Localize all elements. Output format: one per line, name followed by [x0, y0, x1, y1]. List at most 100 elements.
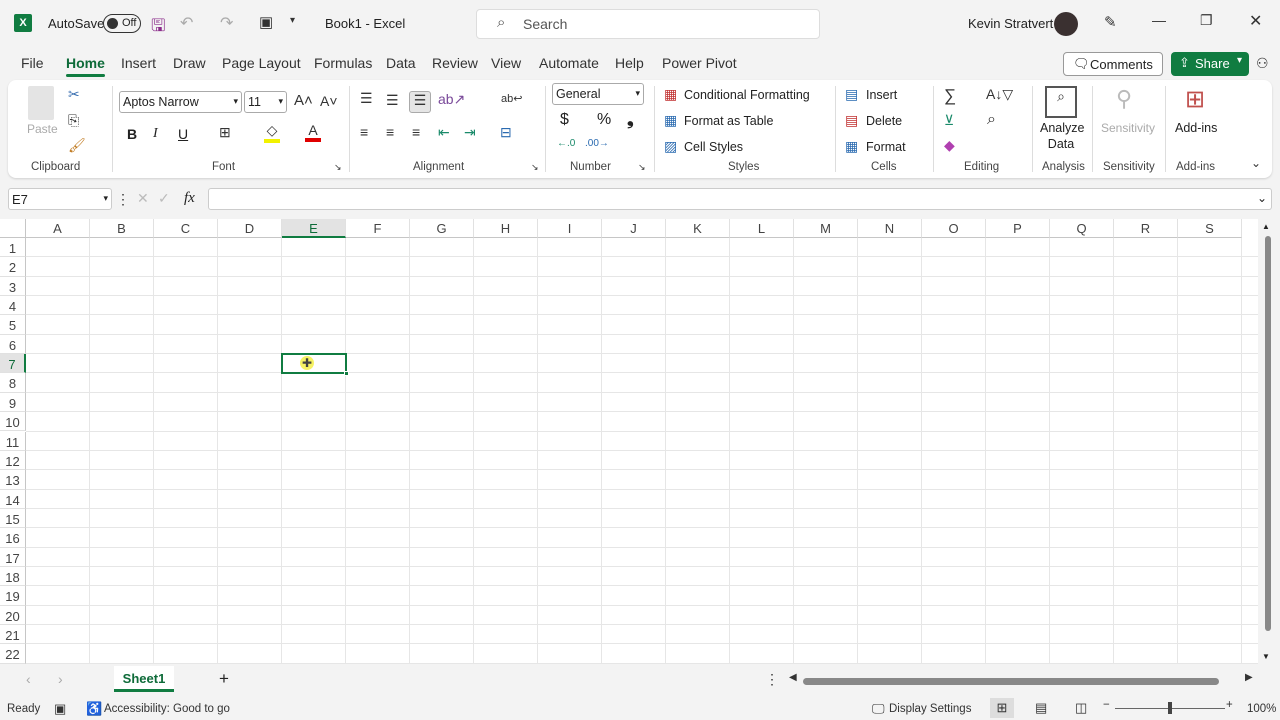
decrease-font-icon[interactable]: A˅: [320, 93, 338, 109]
format-as-table-button[interactable]: Format as Table: [684, 114, 773, 128]
select-all-button[interactable]: [0, 219, 26, 238]
scroll-right-icon[interactable]: ›: [58, 671, 63, 687]
row-header-10[interactable]: 10: [0, 412, 26, 432]
tab-home[interactable]: Home: [66, 55, 105, 77]
row-header-14[interactable]: 14: [0, 489, 26, 509]
align-bottom-icon[interactable]: ☰: [409, 91, 431, 113]
page-layout-view-icon[interactable]: ▤: [1035, 700, 1047, 716]
minimize-button[interactable]: —: [1152, 12, 1166, 28]
add-ins-button[interactable]: Add-ins: [1175, 121, 1217, 135]
row-header-22[interactable]: 22: [0, 644, 26, 664]
display-settings-button[interactable]: Display Settings: [889, 703, 971, 715]
decrease-indent-icon[interactable]: ⇤: [438, 124, 450, 141]
tab-draw[interactable]: Draw: [173, 55, 206, 71]
percent-button[interactable]: %: [597, 111, 611, 129]
analyze-data-button[interactable]: Analyze Data: [1040, 121, 1084, 151]
page-break-view-icon[interactable]: ◫: [1075, 700, 1087, 716]
fill-color-icon[interactable]: ◇: [264, 122, 280, 143]
tab-power-pivot[interactable]: Power Pivot: [662, 55, 737, 71]
restore-button[interactable]: ❐: [1200, 12, 1213, 29]
column-header-C[interactable]: C: [154, 219, 218, 238]
clear-icon[interactable]: ◆: [944, 137, 955, 154]
row-header-16[interactable]: 16: [0, 528, 26, 548]
number-dialog-launcher-icon[interactable]: ↘: [638, 162, 646, 173]
comma-button[interactable]: ❟: [627, 110, 634, 130]
worksheet-grid[interactable]: A B C D E F G H I J K L M N O P Q R S 1 2 3 4 5 6 7 8 9 10 11 12 13 14 15…: [0, 219, 1258, 664]
redo-icon[interactable]: ↷: [220, 13, 233, 33]
row-header-3[interactable]: 3: [0, 276, 26, 297]
tab-view[interactable]: View: [491, 55, 521, 71]
collapse-ribbon-icon[interactable]: ⌄: [1251, 156, 1261, 170]
decrease-decimal-icon[interactable]: .00→: [585, 138, 609, 149]
column-header-I[interactable]: I: [538, 219, 602, 238]
autosum-icon[interactable]: ∑: [944, 86, 956, 106]
row-header-11[interactable]: 11: [0, 431, 26, 451]
coauthor-icon[interactable]: ⚇: [1256, 55, 1269, 72]
row-header-21[interactable]: 21: [0, 625, 26, 645]
align-top-icon[interactable]: ☰: [360, 90, 373, 107]
tab-review[interactable]: Review: [432, 55, 478, 71]
sensitivity-button[interactable]: Sensitivity: [1101, 121, 1155, 135]
row-header-6[interactable]: 6: [0, 334, 26, 355]
scroll-left-icon[interactable]: ‹: [26, 671, 31, 687]
close-button[interactable]: ✕: [1249, 11, 1262, 31]
column-header-F[interactable]: F: [346, 219, 410, 238]
add-sheet-button[interactable]: +: [219, 669, 229, 689]
align-right-icon[interactable]: ≡: [412, 124, 420, 140]
zoom-out-button[interactable]: −: [1103, 699, 1110, 711]
column-header-K[interactable]: K: [666, 219, 730, 238]
fill-icon[interactable]: ⊻: [944, 112, 954, 129]
fill-handle[interactable]: [344, 371, 349, 377]
row-header-7[interactable]: 7: [0, 354, 26, 374]
sort-filter-icon[interactable]: A↓▽: [986, 86, 1013, 103]
row-header-20[interactable]: 20: [0, 605, 26, 625]
orientation-icon[interactable]: ab↗: [438, 91, 465, 108]
search-box[interactable]: ⌕ Search: [476, 9, 820, 39]
delete-cells-button[interactable]: Delete: [866, 114, 902, 128]
save-icon[interactable]: 🖫: [151, 13, 165, 42]
tab-data[interactable]: Data: [386, 55, 416, 71]
column-header-O[interactable]: O: [922, 219, 986, 238]
row-header-9[interactable]: 9: [0, 392, 26, 413]
zoom-level[interactable]: 100%: [1247, 703, 1276, 715]
active-cell[interactable]: ✚: [281, 353, 349, 377]
merge-center-icon[interactable]: ⊟: [500, 124, 512, 141]
enter-icon[interactable]: ✓: [158, 190, 170, 207]
increase-indent-icon[interactable]: ⇥: [464, 124, 476, 141]
hscroll-right-icon[interactable]: ▶: [1245, 672, 1253, 683]
currency-button[interactable]: $: [560, 111, 569, 129]
row-header-12[interactable]: 12: [0, 450, 26, 471]
underline-button[interactable]: U: [178, 126, 188, 142]
row-header-13[interactable]: 13: [0, 470, 26, 490]
column-header-H[interactable]: H: [474, 219, 538, 238]
undo-icon[interactable]: ↶: [180, 13, 193, 33]
font-name-dropdown[interactable]: Aptos Narrow ▾: [119, 91, 242, 113]
cell-styles-button[interactable]: Cell Styles: [684, 140, 743, 154]
row-header-8[interactable]: 8: [0, 373, 26, 393]
accessibility-icon[interactable]: ♿: [86, 701, 102, 717]
increase-decimal-icon[interactable]: ←.0: [557, 138, 575, 149]
chevron-down-icon[interactable]: ▾: [1237, 55, 1242, 66]
zoom-slider-thumb[interactable]: [1168, 702, 1172, 714]
column-header-D[interactable]: D: [218, 219, 282, 238]
font-dialog-launcher-icon[interactable]: ↘: [334, 162, 342, 173]
tab-automate[interactable]: Automate: [539, 55, 599, 71]
sheet-tab-sheet1[interactable]: Sheet1: [114, 666, 174, 692]
zoom-in-button[interactable]: +: [1226, 699, 1233, 711]
column-header-L[interactable]: L: [730, 219, 794, 238]
row-header-2[interactable]: 2: [0, 257, 26, 277]
align-middle-icon[interactable]: ☰: [386, 92, 399, 109]
bold-button[interactable]: B: [127, 126, 137, 142]
column-header-S[interactable]: S: [1178, 219, 1242, 238]
normal-view-icon[interactable]: ⊞: [990, 698, 1014, 718]
italic-button[interactable]: I: [153, 126, 158, 142]
find-select-icon[interactable]: ⌕: [987, 111, 996, 129]
column-header-G[interactable]: G: [410, 219, 474, 238]
name-box[interactable]: E7 ▾: [8, 188, 112, 210]
row-header-4[interactable]: 4: [0, 296, 26, 316]
column-header-R[interactable]: R: [1114, 219, 1178, 238]
row-header-1[interactable]: 1: [0, 238, 26, 258]
align-center-icon[interactable]: ≡: [386, 124, 394, 140]
column-header-N[interactable]: N: [858, 219, 922, 238]
comments-button[interactable]: 🗨 Comments: [1063, 52, 1163, 76]
